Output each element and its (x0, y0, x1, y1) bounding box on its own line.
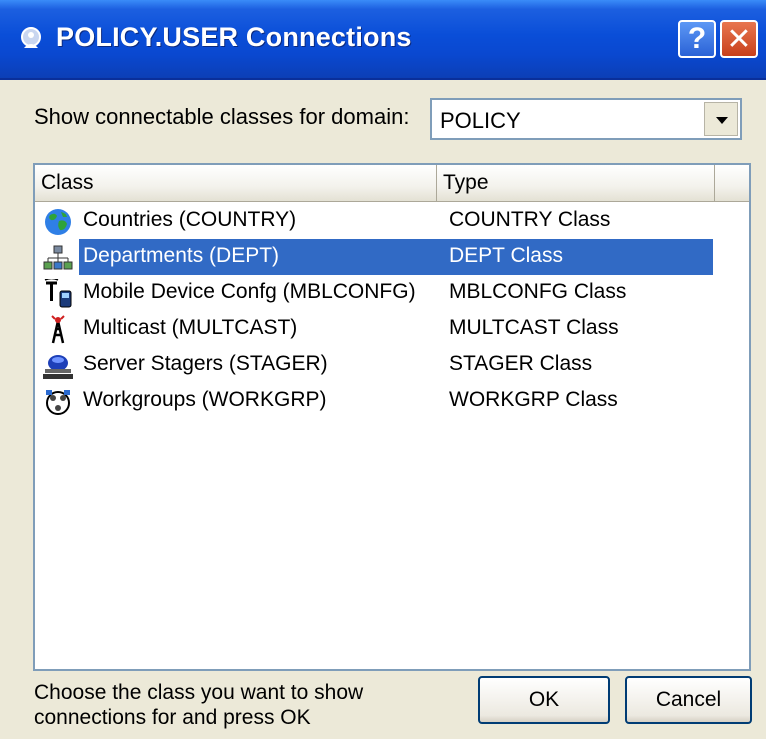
antenna-icon (51, 315, 65, 344)
class-name: Workgroups (WORKGRP) (83, 388, 327, 411)
server-stager-icon (43, 355, 73, 379)
cancel-button[interactable]: Cancel (625, 676, 752, 724)
class-type: MULTCAST Class (449, 316, 619, 339)
domain-label: Show connectable classes for domain: (34, 104, 410, 129)
globe-icon (45, 209, 71, 235)
list-item-selected[interactable]: Departments (DEPT) DEPT Class (39, 239, 739, 275)
mobile-device-icon (44, 279, 72, 308)
domain-select[interactable]: POLICY (430, 98, 742, 140)
org-chart-icon (43, 245, 73, 270)
list-header: Class Type (35, 165, 749, 202)
list-item[interactable]: Countries (COUNTRY) COUNTRY Class (39, 203, 739, 239)
connections-dialog: POLICY.USER Connections ? ✕ Show connect… (0, 0, 766, 739)
class-name: Countries (COUNTRY) (83, 208, 297, 231)
class-name: Mobile Device Confg (MBLCONFG) (83, 280, 416, 303)
class-type: COUNTRY Class (449, 208, 611, 231)
workgroup-icon (46, 390, 70, 415)
dropdown-button[interactable] (704, 102, 738, 136)
window-title: POLICY.USER Connections (56, 22, 412, 52)
class-type: MBLCONFG Class (449, 280, 627, 303)
close-button[interactable]: ✕ (720, 20, 758, 58)
title-bar[interactable]: POLICY.USER Connections ? ✕ (0, 0, 766, 80)
ok-button[interactable]: OK (478, 676, 610, 724)
help-button[interactable]: ? (678, 20, 716, 58)
class-name: Departments (DEPT) (83, 244, 280, 267)
list-item[interactable]: Multicast (MULTCAST) MULTCAST Class (39, 311, 739, 347)
class-name: Server Stagers (STAGER) (83, 352, 328, 375)
list-item[interactable]: Mobile Device Confg (MBLCONFG) MBLCONFG … (39, 275, 739, 311)
domain-selected-value: POLICY (440, 108, 521, 133)
column-header-class[interactable]: Class (35, 165, 437, 201)
class-type: WORKGRP Class (449, 388, 618, 411)
class-name: Multicast (MULTCAST) (83, 316, 298, 339)
class-list[interactable]: Class Type Countries (COUNTRY) COUNTRY C… (33, 163, 751, 671)
class-type: DEPT Class (449, 244, 563, 267)
chevron-down-icon (716, 117, 728, 124)
class-type: STAGER Class (449, 352, 593, 375)
column-header-empty[interactable] (715, 165, 749, 201)
column-header-type[interactable]: Type (437, 165, 715, 201)
instruction-text: Choose the class you want to show connec… (34, 681, 364, 729)
list-item[interactable]: Server Stagers (STAGER) STAGER Class (39, 347, 739, 383)
app-icon (21, 27, 41, 48)
list-item[interactable]: Workgroups (WORKGRP) WORKGRP Class (39, 383, 739, 419)
